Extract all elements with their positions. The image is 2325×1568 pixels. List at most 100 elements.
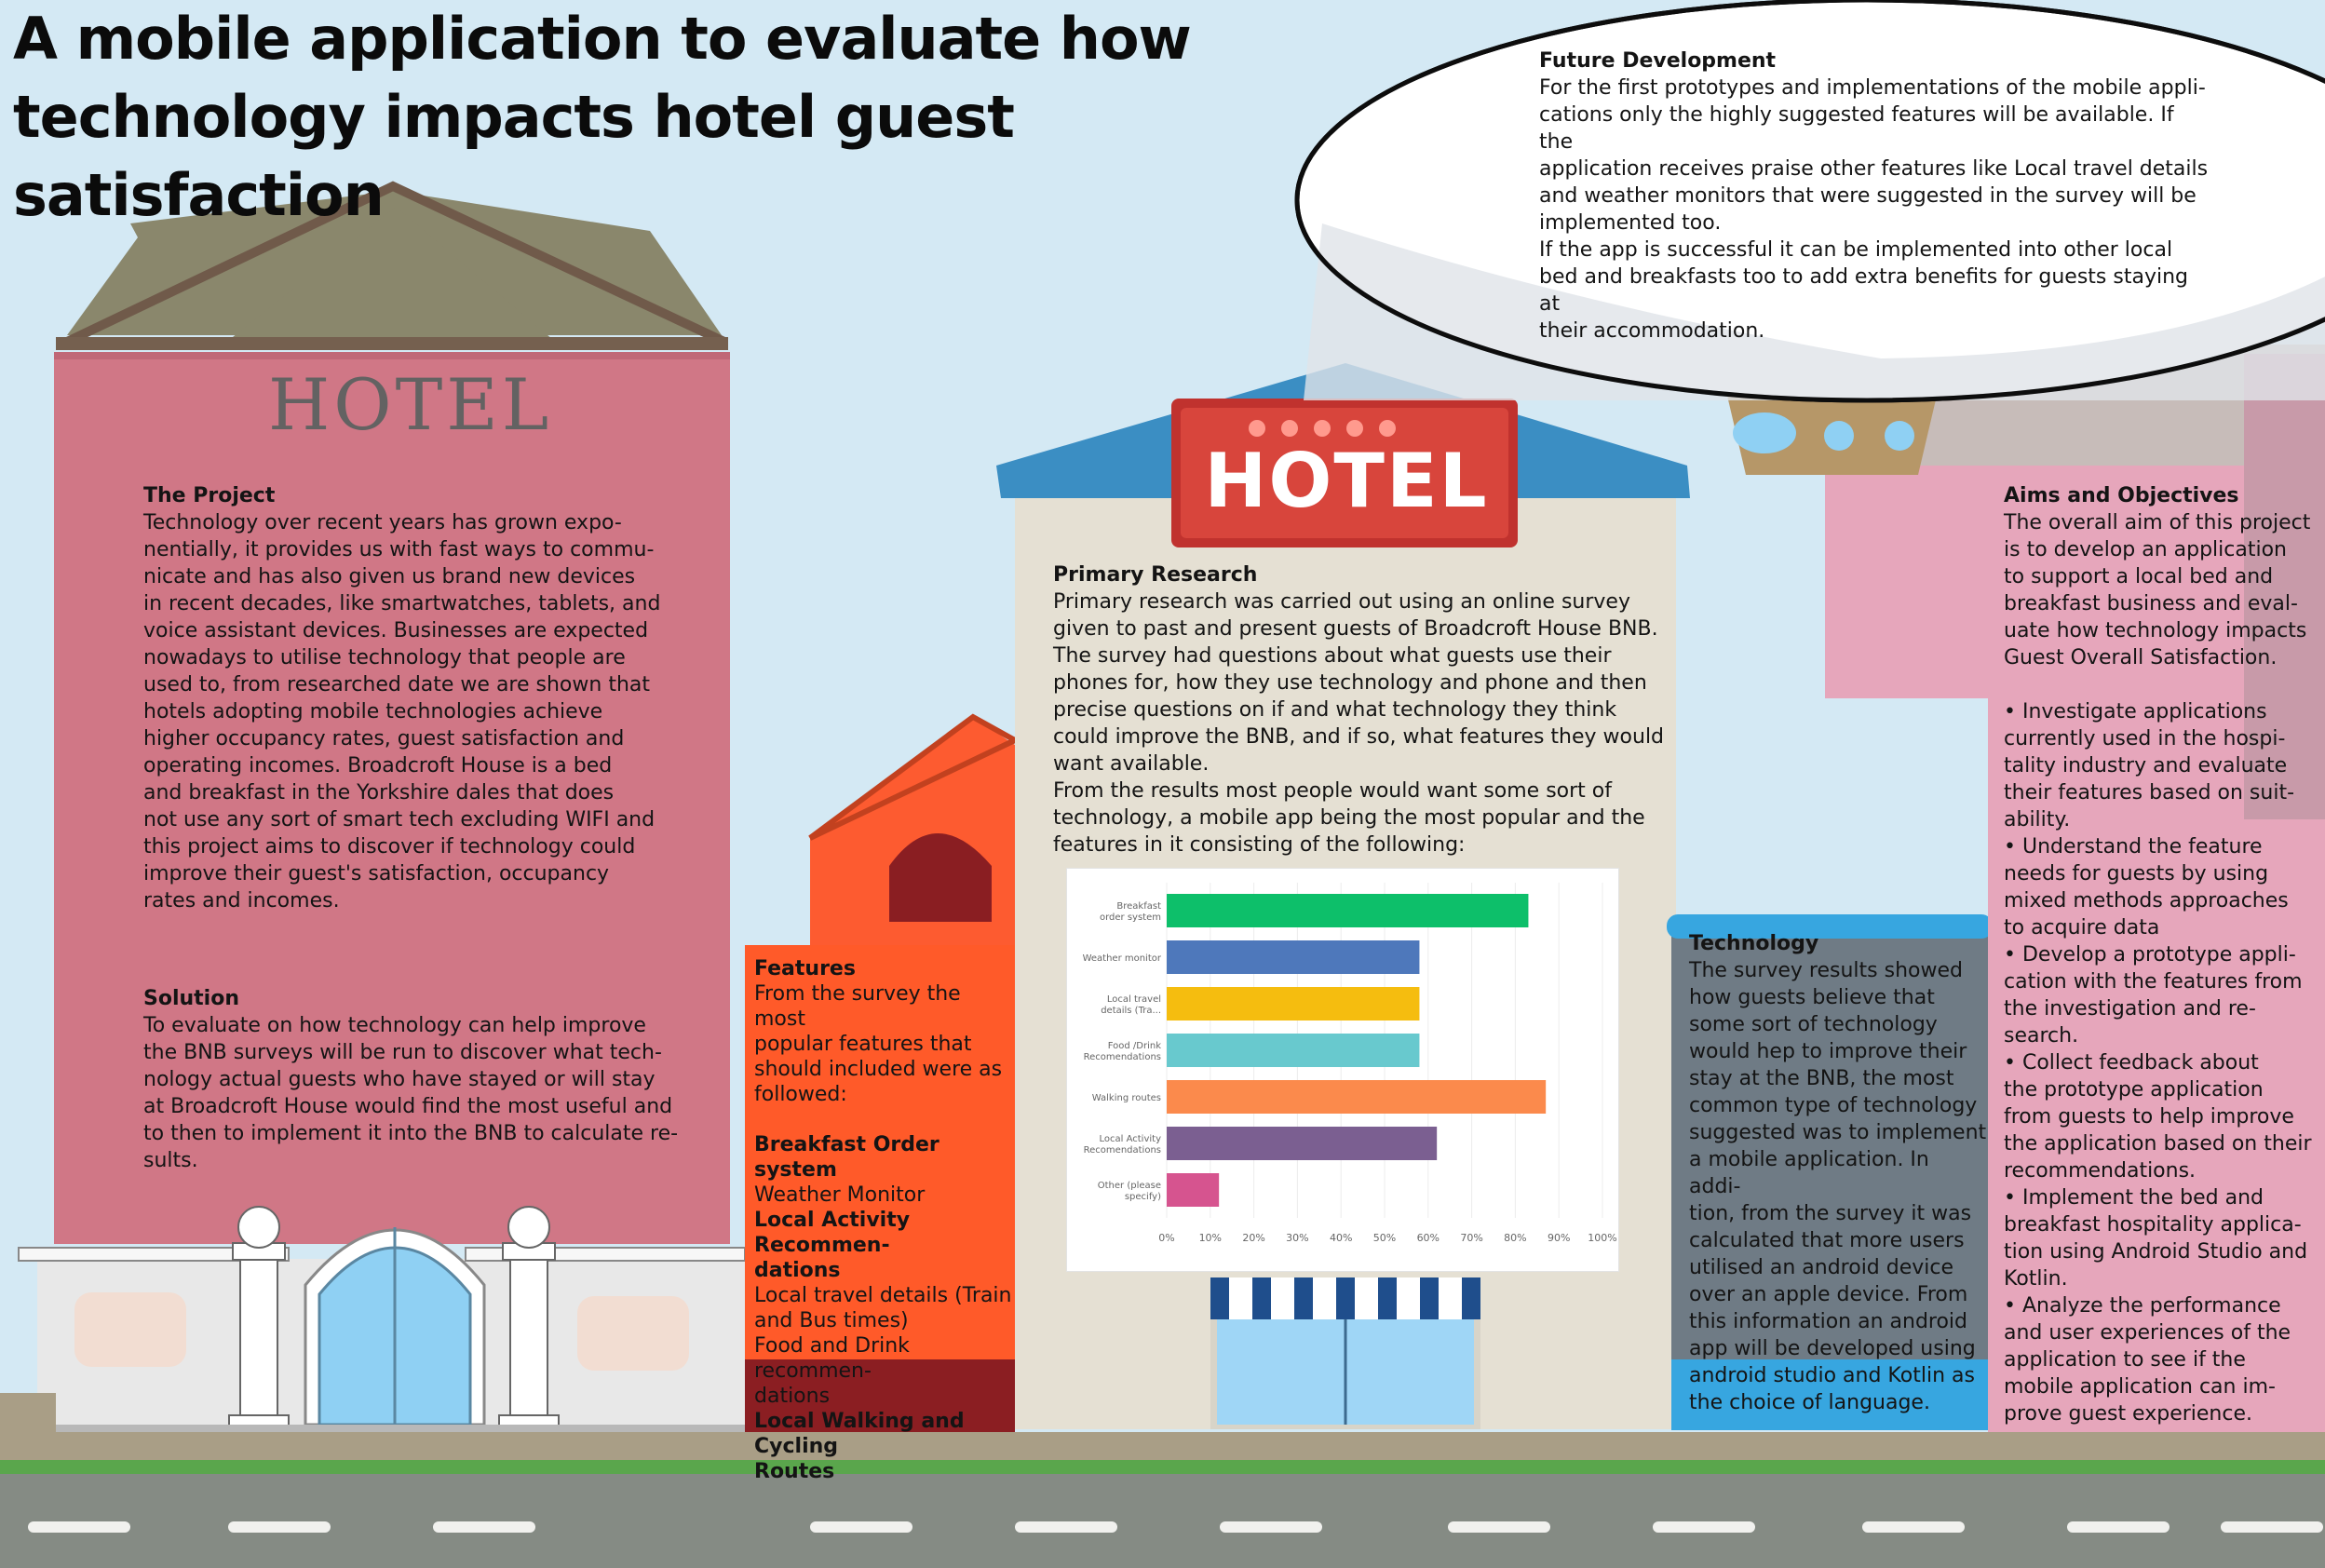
research-text-line: precise questions on if and what technol… (1053, 698, 1617, 722)
project-text-line: improve their guest's satisfaction, occu… (143, 862, 610, 885)
research-text-line: given to past and present guests of Broa… (1053, 617, 1658, 641)
aims-bullet-line: the application based on their (2004, 1132, 2312, 1156)
aims-bullet-line: search. (2004, 1024, 2079, 1048)
project-heading: The Project (143, 484, 276, 507)
research-text-line: want available. (1053, 752, 1210, 776)
technology-text-line: suggested was to implement (1689, 1121, 1987, 1144)
technology-text-line: common type of technology (1689, 1094, 1978, 1117)
aims-heading: Aims and Objectives (2004, 484, 2239, 507)
technology-text-line: a mobile application. In addi- (1689, 1148, 1929, 1198)
solution-text-line: To evaluate on how technology can help i… (143, 1014, 646, 1037)
aims-bullet-line: • Understand the feature (2004, 835, 2263, 858)
aims-intro-line: to support a local bed and (2004, 565, 2274, 588)
project-text-line: in recent decades, like smartwatches, ta… (143, 592, 661, 615)
chart-category-label: Recomendations (1084, 1145, 1161, 1156)
aims-bullet-line: Kotlin. (2004, 1267, 2068, 1291)
feature-item: Weather Monitor (754, 1183, 926, 1207)
technology-text-line: the choice of language. (1689, 1391, 1930, 1414)
feature-item: Breakfast Order system (754, 1133, 939, 1182)
features-intro-line: popular features that (754, 1033, 972, 1056)
chart-bar (1167, 1127, 1438, 1160)
solution-text-line: the BNB surveys will be run to discover … (143, 1041, 662, 1064)
research-text-line: From the results most people would want … (1053, 779, 1613, 803)
aims-bullet-line: tion using Android Studio and (2004, 1240, 2308, 1264)
technology-text-line: app will be developed using (1689, 1337, 1976, 1360)
chart-category-label: Other (please (1098, 1181, 1161, 1191)
aims-bullet-line: mobile application can im- (2004, 1375, 2276, 1399)
solution-text-line: to then to implement it into the BNB to … (143, 1122, 679, 1145)
chart-x-tick-label: 30% (1286, 1232, 1308, 1244)
project-text-line: nentially, it provides us with fast ways… (143, 538, 655, 561)
technology-heading: Technology (1689, 932, 1819, 955)
aims-bullet-line: needs for guests by using (2004, 862, 2269, 885)
aims-intro-line: breakfast business and eval- (2004, 592, 2298, 615)
project-text-line: this project aims to discover if technol… (143, 835, 636, 858)
left-hotel-sign: HOTEL (268, 363, 553, 446)
aims-bullet-line: and user experiences of the (2004, 1321, 2291, 1345)
chart-category-label: Food /Drink (1108, 1041, 1161, 1051)
chart-x-tick-label: 100% (1588, 1232, 1616, 1244)
aims-intro-line: uate how technology impacts (2004, 619, 2307, 642)
research-text-line: technology, a mobile app being the most … (1053, 806, 1645, 830)
technology-text-line: some sort of technology (1689, 1013, 1938, 1036)
aims-section: Aims and Objectives The overall aim of t… (2004, 482, 2320, 1427)
aims-bullet-line: currently used in the hospi- (2004, 727, 2286, 750)
chart-x-tick-label: 50% (1373, 1232, 1396, 1244)
solution-text-line: sults. (143, 1149, 198, 1172)
chart-bar (1167, 1034, 1420, 1067)
project-text-line: higher occupancy rates, guest satisfacti… (143, 727, 625, 750)
chart-category-label: Local Activity (1100, 1134, 1162, 1144)
feature-item: Food and Drink recommen- (754, 1334, 910, 1383)
aims-intro-line: is to develop an application (2004, 538, 2288, 561)
aims-bullet-line: • Investigate applications (2004, 700, 2267, 723)
aims-bullet-line: tality industry and evaluate (2004, 754, 2288, 777)
technology-text-line: this information an android (1689, 1310, 1968, 1333)
chart-svg: 0% 10% 20% 30% 40% 50% 60% 70% 80% 90% 100% Breakfa… (1083, 883, 1617, 1244)
future-text-line: and weather monitors that were suggested… (1539, 184, 2197, 208)
chart-category-label: Local travel (1107, 994, 1161, 1005)
research-text-line: phones for, how they use technology and … (1053, 671, 1647, 695)
aims-bullet-line: cation with the features from (2004, 970, 2303, 994)
future-text-line: bed and breakfasts too to add extra bene… (1539, 265, 2188, 316)
project-text-line: operating incomes. Broadcroft House is a… (143, 754, 613, 777)
feature-item: dations (754, 1259, 841, 1282)
future-text-line: application receives praise other featur… (1539, 157, 2209, 181)
features-intro-line: should included were as (754, 1058, 1003, 1081)
project-text-line: rates and incomes. (143, 889, 340, 912)
technology-text-line: The survey results showed (1689, 959, 1963, 982)
features-intro-line: followed: (754, 1083, 847, 1106)
technology-text-line: android studio and Kotlin as (1689, 1364, 1975, 1387)
technology-text-line: stay at the BNB, the most (1689, 1067, 1954, 1090)
technology-text-line: over an apple device. From (1689, 1283, 1968, 1306)
aims-bullet-line: application to see if the (2004, 1348, 2246, 1372)
aims-intro-line: Guest Overall Satisfaction. (2004, 646, 2278, 669)
feature-item: Local Activity Recommen- (754, 1209, 911, 1257)
chart-category-label: order system (1100, 912, 1161, 923)
future-text-line: If the app is successful it can be imple… (1539, 238, 2173, 262)
project-text-line: nicate and has also given us brand new d… (143, 565, 636, 588)
aims-bullet-line: the prototype application (2004, 1078, 2264, 1102)
solution-section: Solution To evaluate on how technology c… (143, 985, 693, 1174)
chart-x-tick-label: 70% (1460, 1232, 1482, 1244)
aims-bullet-line: • Implement the bed and (2004, 1186, 2264, 1210)
technology-text-line: utilised an android device (1689, 1256, 1954, 1279)
solution-text-line: at Broadcroft House would find the most … (143, 1095, 673, 1118)
chart-category-label: specify) (1125, 1192, 1161, 1202)
chart-x-tick-label: 40% (1330, 1232, 1352, 1244)
primary-research-section: Primary Research Primary research was ca… (1053, 561, 1677, 858)
research-text-line: could improve the BNB, and if so, what f… (1053, 725, 1665, 749)
solution-text-line: nology actual guests who have stayed or … (143, 1068, 656, 1091)
chart-x-tick-label: 90% (1548, 1232, 1570, 1244)
chart-bar (1167, 987, 1420, 1021)
feature-item: dations (754, 1385, 831, 1408)
chart-x-tick-label: 80% (1504, 1232, 1526, 1244)
technology-text-line: calculated that more users (1689, 1229, 1965, 1252)
chart-x-tick-label: 0% (1158, 1232, 1174, 1244)
project-text-line: nowadays to utilise technology that peop… (143, 646, 626, 669)
chart-bar (1167, 894, 1529, 927)
project-text-line: voice assistant devices. Businesses are … (143, 619, 649, 642)
chart-category-label: details (Tra... (1101, 1006, 1161, 1016)
features-section: Features From the survey the most popular… (754, 956, 1015, 1484)
aims-bullet-line: recommendations. (2004, 1159, 2197, 1183)
aims-intro-line: The overall aim of this project (2004, 511, 2311, 534)
